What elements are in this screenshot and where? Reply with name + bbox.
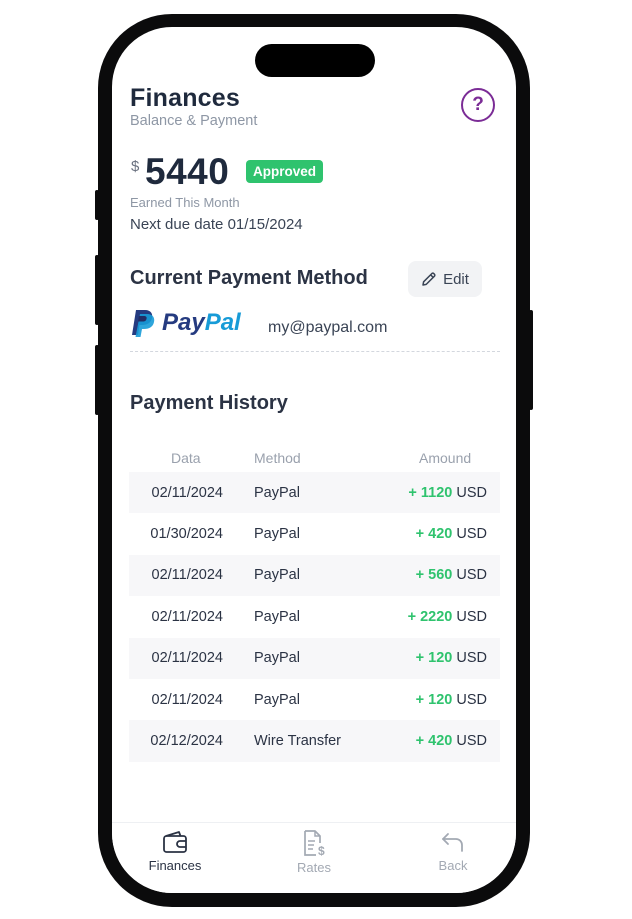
page-subtitle: Balance & Payment: [130, 113, 258, 129]
amount-value: 2220: [420, 608, 453, 625]
table-row: 02/11/2024 PayPal + 2220 USD: [129, 596, 500, 637]
tab-label-rates: Rates: [297, 860, 331, 875]
amount-sign: +: [415, 567, 425, 584]
phone-power-button: [529, 310, 533, 410]
amount-sign: +: [415, 733, 425, 750]
payment-method-title: Current Payment Method: [130, 267, 368, 289]
back-arrow-icon: [442, 833, 463, 852]
amount-value: 120: [428, 691, 453, 708]
paypal-logo: PayPal: [130, 308, 241, 338]
invoice-dollar-icon: $: [304, 830, 325, 857]
amount-currency: USD: [456, 733, 487, 750]
payment-history-title: Payment History: [130, 392, 288, 414]
row-method: PayPal: [254, 484, 300, 501]
row-method: PayPal: [254, 608, 300, 625]
payment-email: my@paypal.com: [268, 319, 388, 336]
row-date: 02/11/2024: [151, 691, 224, 708]
amount-value: 420: [428, 526, 453, 543]
amount-currency: USD: [456, 650, 487, 667]
row-date: 02/11/2024: [151, 608, 224, 625]
tab-label-finances: Finances: [148, 858, 202, 873]
earned-label: Earned This Month: [130, 195, 240, 210]
amount-sign: +: [415, 650, 425, 667]
row-method: PayPal: [254, 567, 300, 584]
tab-finances[interactable]: Finances: [125, 829, 225, 873]
table-row: 01/30/2024 PayPal + 420 USD: [129, 513, 500, 554]
tab-label-back: Back: [438, 858, 468, 873]
paypal-wordmark-pal: Pal: [204, 309, 241, 336]
amount-sign: +: [415, 526, 425, 543]
row-date: 02/12/2024: [150, 733, 223, 750]
page-title: Finances: [130, 84, 240, 112]
svg-text:$: $: [318, 844, 325, 857]
row-date: 01/30/2024: [150, 526, 223, 543]
section-divider: [130, 351, 500, 352]
row-date: 02/11/2024: [151, 567, 224, 584]
edit-payment-button[interactable]: Edit: [408, 261, 482, 297]
paypal-mark-icon: [132, 310, 155, 337]
row-method: PayPal: [254, 691, 300, 708]
paypal-wordmark: PayPal: [162, 309, 241, 337]
table-row: 02/11/2024 PayPal + 560 USD: [129, 554, 500, 597]
row-method: PayPal: [254, 650, 300, 667]
dynamic-island: [255, 44, 375, 77]
table-row: 02/11/2024 PayPal + 1120 USD: [129, 472, 500, 514]
table-row: 02/11/2024 PayPal + 120 USD: [129, 679, 500, 720]
next-due-date: Next due date 01/15/2024: [130, 216, 303, 233]
amount-value: 1120: [420, 484, 453, 501]
app-screen: Finances Balance & Payment ? $ 5440 Appr…: [112, 27, 516, 893]
amount-currency: USD: [456, 608, 487, 625]
row-date: 02/11/2024: [151, 650, 224, 667]
column-header-amount: Amound: [419, 450, 472, 466]
amount-sign: +: [407, 608, 417, 625]
help-question-icon[interactable]: ?: [461, 88, 495, 122]
status-badge: Approved: [246, 160, 324, 183]
pencil-icon: [422, 272, 436, 286]
paypal-wordmark-pay: Pay: [162, 309, 205, 336]
edit-label: Edit: [443, 270, 469, 288]
row-method: Wire Transfer: [254, 733, 342, 750]
amount-sign: +: [415, 691, 425, 708]
phone-mute-switch: [95, 190, 99, 220]
currency-symbol: $: [131, 158, 140, 175]
row-date: 02/11/2024: [151, 484, 224, 501]
tab-back[interactable]: Back: [403, 829, 503, 873]
payment-history-table: 02/11/2024 PayPal + 1120 USD 01/30/2024 …: [129, 472, 500, 762]
table-row: 02/11/2024 PayPal + 120 USD: [129, 637, 500, 679]
amount-value: 560: [428, 567, 453, 584]
amount-currency: USD: [456, 691, 487, 708]
balance-amount: 5440: [145, 151, 230, 192]
amount-sign: +: [408, 484, 417, 501]
wallet-icon: [163, 831, 187, 853]
amount-value: 120: [428, 650, 453, 667]
phone-volume-up: [95, 255, 99, 325]
row-method: PayPal: [254, 526, 300, 543]
amount-value: 420: [428, 733, 453, 750]
bottom-tab-bar: Finances $ Rates Back: [112, 822, 516, 893]
amount-currency: USD: [456, 484, 487, 501]
column-header-method: Method: [254, 450, 301, 466]
phone-volume-down: [95, 345, 99, 415]
column-header-date: Data: [171, 450, 201, 466]
amount-currency: USD: [456, 567, 487, 584]
table-row: 02/12/2024 Wire Transfer + 420 USD: [129, 720, 500, 762]
amount-currency: USD: [456, 526, 487, 543]
tab-rates[interactable]: $ Rates: [264, 829, 364, 875]
